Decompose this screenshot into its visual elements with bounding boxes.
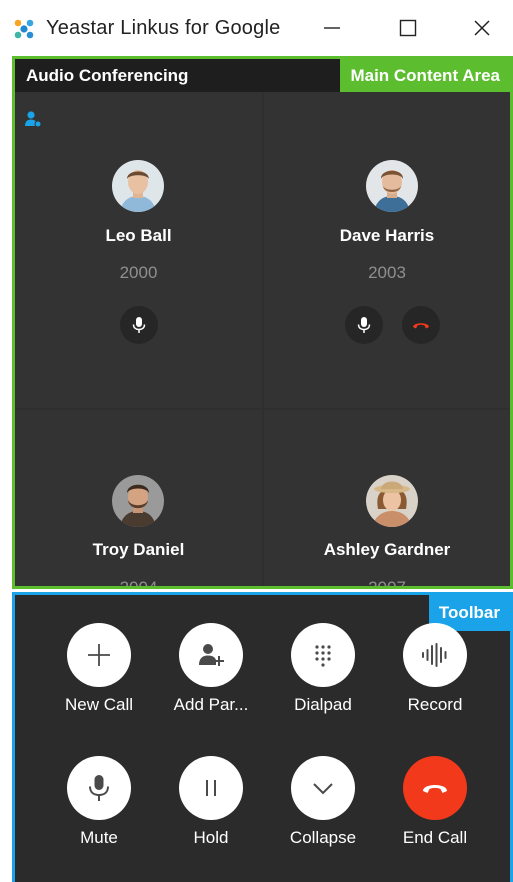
mute-button[interactable]: Mute <box>44 756 154 866</box>
maximize-icon <box>399 19 417 37</box>
participant-tile[interactable]: Dave Harris 2003 <box>264 92 510 408</box>
end-call-label: End Call <box>402 828 468 847</box>
dialpad-circle[interactable] <box>291 623 355 687</box>
new-call-button[interactable]: New Call <box>44 623 154 733</box>
dialpad-label: Dialpad <box>294 695 352 714</box>
record-circle[interactable] <box>403 623 467 687</box>
participant-name: Dave Harris <box>339 226 435 245</box>
participant-extension: 2000 <box>119 263 158 282</box>
participant-tile[interactable]: Leo Ball 2000 <box>15 92 262 408</box>
avatar <box>112 475 164 527</box>
new-call-label: New Call <box>64 695 134 714</box>
end-call-button[interactable]: End Call <box>380 756 490 866</box>
avatar <box>366 475 418 527</box>
participant-hang-up-button[interactable] <box>402 306 440 344</box>
end-call-circle[interactable] <box>403 756 467 820</box>
plus-icon <box>88 644 110 666</box>
add-participant-icon <box>199 644 224 666</box>
hang-up-icon <box>423 785 447 793</box>
mute-circle[interactable] <box>67 756 131 820</box>
pause-icon <box>206 780 216 796</box>
avatar <box>112 160 164 212</box>
microphone-icon <box>357 317 371 333</box>
participant-extension: 2003 <box>368 263 406 282</box>
dialpad-button[interactable]: Dialpad <box>268 623 378 733</box>
app-logo-icon <box>14 19 34 39</box>
close-icon <box>474 20 490 36</box>
chevron-down-icon <box>313 783 333 795</box>
collapse-button[interactable]: Collapse <box>268 756 378 866</box>
participant-extension: 2004 <box>119 578 158 589</box>
window-title: Yeastar Linkus for Google <box>46 17 281 39</box>
hang-up-icon <box>413 323 429 329</box>
conference-title: Audio Conferencing <box>26 66 189 85</box>
add-participant-label: Add Par... <box>173 695 249 714</box>
new-call-circle[interactable] <box>67 623 131 687</box>
main-content-area: Audio Conferencing Main Content Area Leo… <box>12 56 513 589</box>
close-button[interactable] <box>462 12 502 44</box>
participant-extension: 2007 <box>368 578 406 589</box>
collapse-circle[interactable] <box>291 756 355 820</box>
participant-name: Leo Ball <box>105 226 172 245</box>
participant-name: Troy Daniel <box>92 540 185 559</box>
microphone-icon <box>89 775 109 801</box>
host-icon <box>25 111 42 128</box>
collapse-label: Collapse <box>289 828 357 847</box>
dialpad-icon <box>315 645 331 667</box>
minimize-button[interactable] <box>312 12 352 44</box>
participant-tile[interactable]: Troy Daniel 2004 <box>15 410 262 589</box>
avatar <box>366 160 418 212</box>
maximize-button[interactable] <box>388 12 428 44</box>
hold-button[interactable]: Hold <box>156 756 266 866</box>
record-button[interactable]: Record <box>380 623 490 733</box>
toolbar: Toolbar New Call Add Par... Dialpad Reco… <box>12 592 513 882</box>
hold-label: Hold <box>193 828 229 847</box>
title-bar: Yeastar Linkus for Google <box>0 0 513 56</box>
participant-tile[interactable]: Ashley Gardner 2007 <box>264 410 510 589</box>
minimize-icon <box>324 27 340 29</box>
main-content-area-label: Main Content Area <box>340 59 510 92</box>
participant-mute-button[interactable] <box>120 306 158 344</box>
mute-label: Mute <box>80 828 118 847</box>
record-label: Record <box>407 695 463 714</box>
participant-grid: Leo Ball 2000 Dave Harris 2003 Troy Dani… <box>15 92 510 589</box>
add-participant-button[interactable]: Add Par... <box>156 623 266 733</box>
participant-name: Ashley Gardner <box>323 540 451 559</box>
record-waveform-icon <box>422 643 447 667</box>
participant-mute-button[interactable] <box>345 306 383 344</box>
add-participant-circle[interactable] <box>179 623 243 687</box>
hold-circle[interactable] <box>179 756 243 820</box>
microphone-icon <box>132 317 146 333</box>
